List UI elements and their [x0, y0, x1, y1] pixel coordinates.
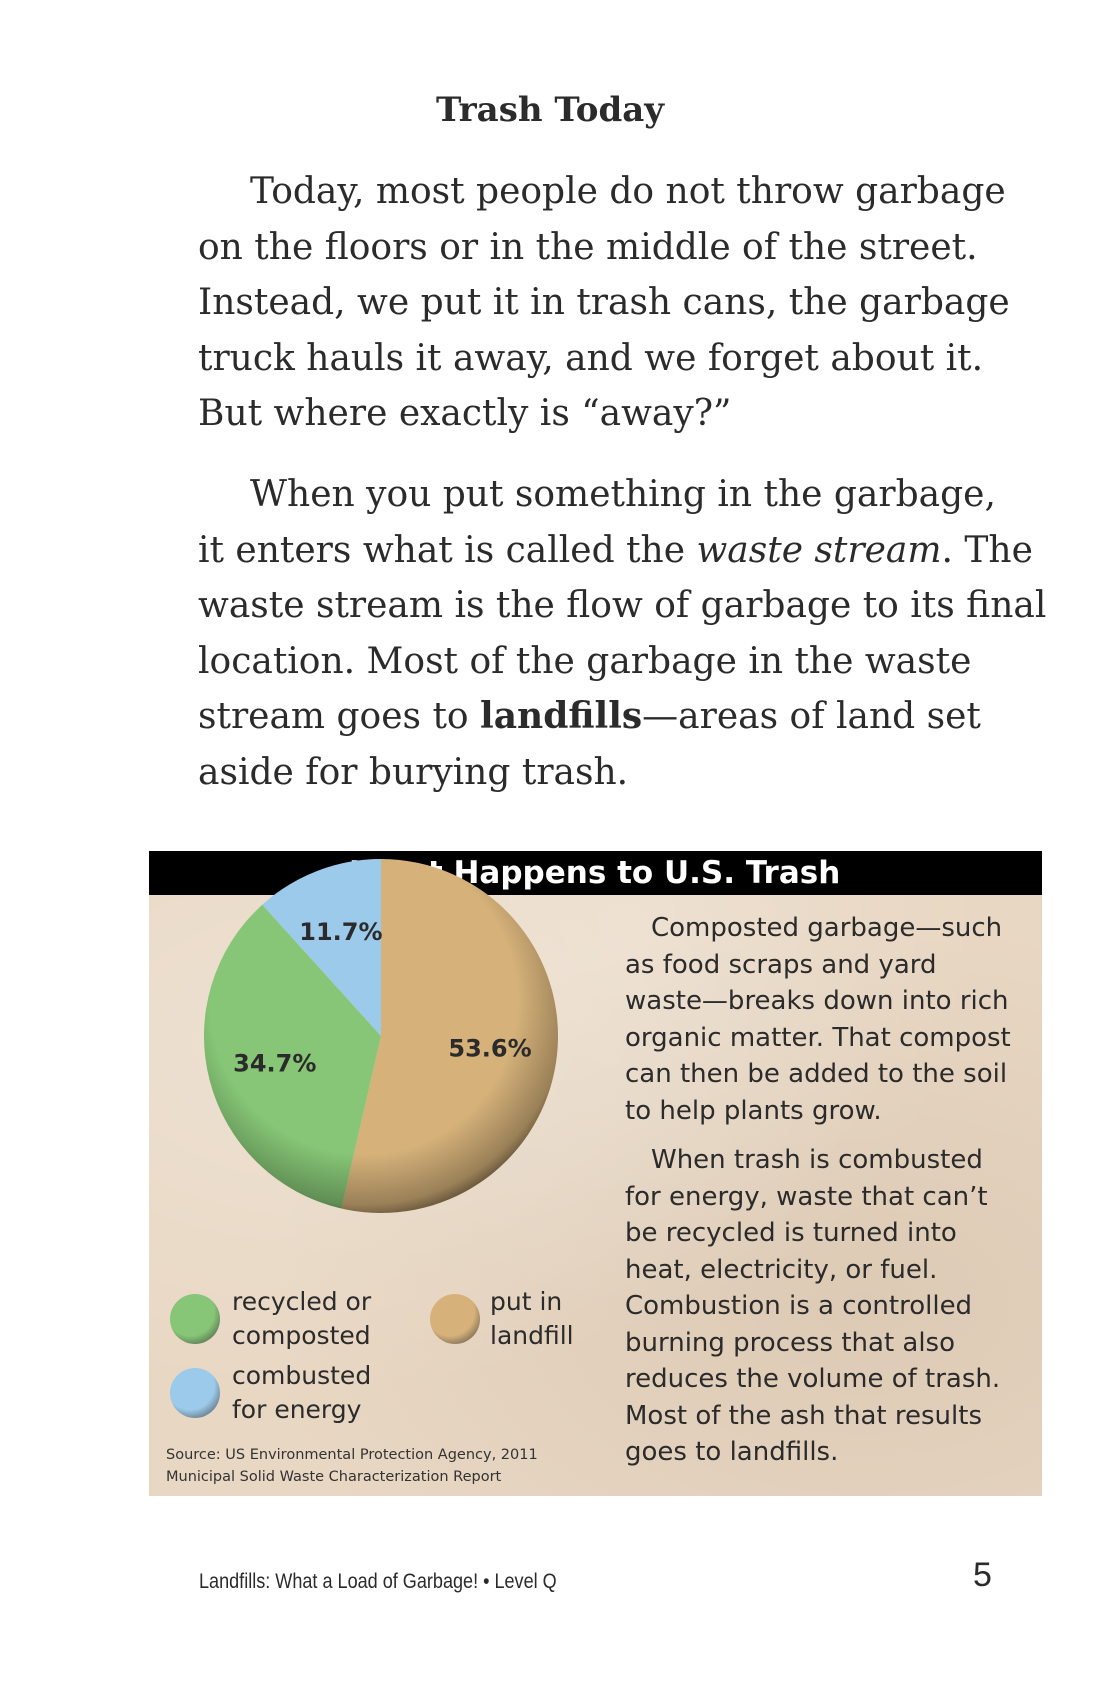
- legend-label-recycled: recycled or composted: [232, 1285, 371, 1353]
- sidebar-paragraph-combustion: When trash is combusted for energy, wast…: [625, 1142, 1035, 1471]
- pie-chart: 53.6% 34.7% 11.7%: [203, 859, 558, 1213]
- figure-sidebar-text: Composted garbage—such as food scraps an…: [625, 910, 1035, 1471]
- page-number: 5: [973, 1556, 992, 1594]
- sidebar-line: burning process that also: [625, 1327, 956, 1358]
- pie-label: 53.6%: [448, 1034, 531, 1062]
- text-line: aside for burying trash.: [198, 751, 629, 793]
- source-line: Municipal Solid Waste Characterization R…: [166, 1469, 502, 1485]
- text-line: on the floors or in the middle of the st…: [198, 226, 978, 268]
- sidebar-line: for energy, waste that can’t: [625, 1181, 988, 1212]
- legend-swatch-combusted: [170, 1368, 220, 1418]
- text-line: truck hauls it away, and we forget about…: [198, 337, 984, 379]
- legend-line: for energy: [232, 1395, 362, 1424]
- glossary-term-waste-stream: waste stream: [696, 529, 942, 571]
- text-line: waste stream is the flow of garbage to i…: [198, 585, 1047, 626]
- sidebar-line: as food scraps and yard: [625, 949, 937, 980]
- legend-line: recycled or: [232, 1287, 372, 1316]
- legend-swatch-recycled: [170, 1294, 220, 1344]
- sidebar-line: heat, electricity, or fuel.: [625, 1254, 938, 1285]
- text-line: location. Most of the garbage in the was…: [198, 640, 972, 682]
- text-line: it enters what is called the waste strea…: [198, 523, 1033, 579]
- glossary-term-landfills: landfills: [480, 695, 643, 737]
- sidebar-line: Composted garbage—such: [651, 913, 1003, 943]
- page-title: Trash Today: [435, 90, 665, 130]
- text-line: When you put something in the garbage,: [250, 474, 996, 515]
- sidebar-line: can then be added to the soil: [625, 1059, 1008, 1089]
- legend-line: combusted: [232, 1361, 372, 1390]
- source-line: Source: US Environmental Protection Agen…: [166, 1447, 538, 1463]
- sidebar-paragraph-compost: Composted garbage—such as food scraps an…: [625, 910, 1035, 1129]
- text-fragment: —areas of land set: [642, 696, 981, 737]
- legend-label-landfill: put in landfill: [490, 1285, 574, 1353]
- legend-label-combusted: combusted for energy: [232, 1359, 371, 1427]
- legend-swatch-landfill: [430, 1294, 480, 1344]
- sidebar-line: When trash is combusted: [651, 1145, 983, 1175]
- sidebar-line: waste—breaks down into rich: [625, 986, 1009, 1016]
- text-fragment: . The: [941, 529, 1033, 571]
- text-line: Instead, we put it in trash cans, the ga…: [198, 282, 1010, 323]
- figure-source: Source: US Environmental Protection Agen…: [166, 1444, 538, 1488]
- waste-stream-paragraph: When you put something in the garbage, i…: [198, 467, 1047, 800]
- text-line: But where exactly is “away?”: [198, 393, 732, 434]
- text-fragment: stream goes to: [198, 696, 481, 737]
- pie-label: 11.7%: [299, 918, 382, 946]
- sidebar-line: to help plants grow.: [625, 1095, 882, 1126]
- footer-book-title: Landfills: What a Load of Garbage! • Lev…: [199, 1570, 557, 1593]
- intro-paragraph: Today, most people do not throw garbage …: [198, 164, 1010, 442]
- legend-line: put in: [490, 1287, 563, 1316]
- trash-figure: What Happens to U.S. Trash 53.6% 34.7% 11.…: [149, 851, 1042, 1496]
- pie-label: 34.7%: [233, 1050, 316, 1078]
- sidebar-line: be recycled is turned into: [625, 1218, 957, 1248]
- sidebar-line: Most of the ash that results: [625, 1400, 982, 1431]
- sidebar-line: goes to landfills.: [625, 1437, 839, 1467]
- sidebar-line: reduces the volume of trash.: [625, 1364, 1001, 1394]
- text-fragment: it enters what is called the: [198, 529, 697, 571]
- text-line: stream goes to landfills—areas of land s…: [198, 689, 998, 745]
- text-line: Today, most people do not throw garbage: [250, 171, 1006, 212]
- legend-line: landfill: [490, 1321, 574, 1350]
- legend-line: composted: [232, 1321, 371, 1350]
- sidebar-line: Combustion is a controlled: [625, 1291, 973, 1321]
- sidebar-line: organic matter. That compost: [625, 1022, 1011, 1053]
